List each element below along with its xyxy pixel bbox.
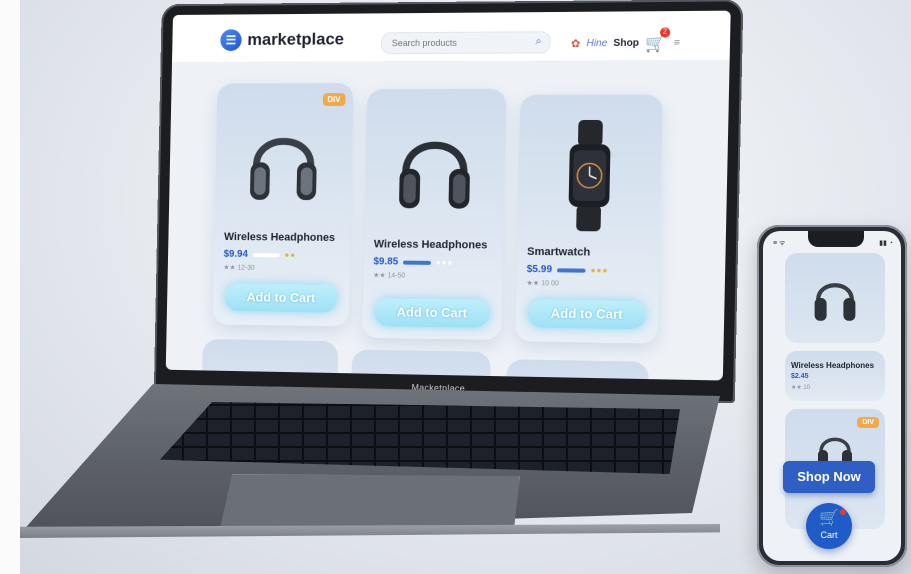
cart-button[interactable]: 🛒 2 (645, 34, 668, 52)
product-rating: ★★ 12-30 (223, 264, 254, 272)
product-card[interactable]: DIV Wireless Headphones $9.94 ●● ★★ 12-3… (213, 83, 354, 326)
shop-now-button[interactable]: Shop Now (783, 461, 875, 493)
add-to-cart-button[interactable]: Add to Cart (528, 299, 647, 329)
product-price: $9.94 (224, 249, 248, 260)
cart-icon: 🛒 (645, 36, 666, 53)
cart-icon: 🛒 (806, 503, 852, 530)
price-bar (557, 268, 585, 272)
laptop-screen: ☰ marketplace ⌕ ✿ Hine Shop 🛒 2 ≡ DI (166, 11, 731, 381)
trackpad (220, 474, 520, 529)
search-bar: ⌕ (381, 31, 551, 54)
phone-product-title: Wireless Headphones (791, 361, 874, 370)
search-icon[interactable]: ⌕ (535, 35, 542, 48)
product-rating: ★★ 14-50 (373, 271, 405, 279)
search-input[interactable] (390, 32, 524, 53)
headphones-image (215, 103, 353, 222)
hire-icon: ✿ (571, 37, 581, 50)
product-price: $9.85 (373, 256, 398, 267)
nav-hire-link[interactable]: Hine (586, 37, 607, 48)
phone-product-rating: ★★ 10 (791, 384, 810, 391)
phone-product-card[interactable] (785, 253, 885, 343)
price-bar (403, 260, 431, 264)
smartwatch-image (517, 115, 662, 237)
product-card-partial[interactable] (202, 339, 339, 381)
menu-icon[interactable]: ≡ (674, 37, 680, 48)
rating-dots: ●●● (436, 258, 454, 267)
price-row: $5.99 ●●● (527, 264, 609, 276)
cart-notification-dot (840, 509, 846, 515)
logo[interactable]: ☰ marketplace (220, 29, 344, 51)
logo-text: marketplace (247, 30, 344, 50)
headphones-image (364, 109, 506, 230)
phone-screen: ≡ ᯤ ▮▮ ◔ Wireless Headphones $2.45 ★★ 10… (763, 231, 901, 561)
cart-fab-button[interactable]: 🛒 Cart (806, 503, 852, 549)
price-row: $9.94 ●● (224, 249, 297, 261)
product-grid: DIV Wireless Headphones $9.94 ●● ★★ 12-3… (218, 82, 686, 83)
add-to-cart-button[interactable]: Add to Cart (374, 298, 490, 328)
phone-product-info[interactable]: Wireless Headphones $2.45 ★★ 10 (785, 351, 885, 401)
laptop-lid: ☰ marketplace ⌕ ✿ Hine Shop 🛒 2 ≡ DI (154, 0, 744, 403)
product-rating: ★★ 10 00 (526, 279, 559, 287)
product-card[interactable]: Wireless Headphones $9.85 ●●● ★★ 14-50 A… (362, 89, 506, 340)
product-price: $5.99 (527, 264, 553, 275)
product-title: Wireless Headphones (374, 238, 488, 251)
rating-dots: ●● (285, 250, 297, 259)
product-card-partial[interactable] (506, 359, 649, 380)
phone-product-price: $2.45 (791, 373, 809, 380)
product-badge: DIV (857, 417, 879, 428)
phone-notch (808, 231, 864, 247)
smartphone: ≡ ᯤ ▮▮ ◔ Wireless Headphones $2.45 ★★ 10… (757, 225, 907, 567)
menu-icon[interactable]: ≡ ᯤ (773, 239, 785, 248)
rating-dots: ●●● (590, 266, 608, 275)
price-row: $9.85 ●●● (373, 256, 453, 268)
product-card[interactable]: Smartwatch $5.99 ●●● ★★ 10 00 Add to Car… (515, 95, 663, 344)
cart-count-badge: 2 (660, 27, 671, 37)
status-icons: ▮▮ ◔ (879, 239, 893, 247)
left-margin (0, 0, 20, 574)
header-nav: ✿ Hine Shop 🛒 2 ≡ (571, 33, 680, 52)
cart-label: Cart (806, 530, 852, 540)
add-to-cart-button[interactable]: Add to Cart (224, 283, 337, 312)
price-bar (253, 253, 280, 257)
product-card-partial[interactable] (351, 349, 491, 380)
top-navbar: ☰ marketplace ⌕ ✿ Hine Shop 🛒 2 ≡ (172, 11, 731, 62)
logo-icon: ☰ (220, 29, 242, 51)
headphones-image (810, 268, 860, 328)
product-title: Wireless Headphones (224, 231, 335, 244)
product-title: Smartwatch (527, 246, 590, 259)
laptop-base (20, 384, 720, 544)
nav-shop-link[interactable]: Shop (613, 37, 639, 48)
